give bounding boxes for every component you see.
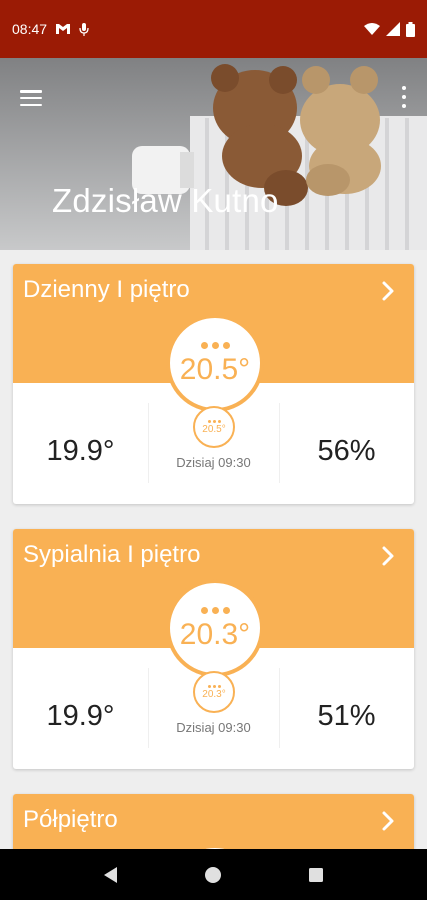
mail-icon	[55, 23, 71, 35]
chevron-right-icon[interactable]	[380, 810, 396, 832]
overflow-menu-icon[interactable]	[399, 86, 409, 108]
mode-dots-icon	[200, 341, 230, 349]
status-right	[364, 21, 415, 37]
navigation-bar	[0, 849, 427, 900]
schedule-setpoint-value: 20.5°	[202, 423, 226, 435]
schedule-time: Dzisiaj 09:30	[176, 455, 251, 470]
header-photo	[0, 58, 427, 250]
humidity: 51%	[317, 700, 376, 732]
chevron-right-icon[interactable]	[380, 545, 396, 567]
status-left: 08:47	[12, 21, 89, 37]
mic-icon	[79, 22, 89, 36]
setpoint-value: 20.3°	[179, 617, 251, 651]
current-temperature: 19.9°	[46, 435, 115, 467]
schedule-setpoint-badge: 20.3°	[193, 671, 235, 713]
current-temperature: 19.9°	[46, 700, 115, 732]
recents-icon[interactable]	[296, 855, 336, 895]
schedule-setpoint-value: 20.3°	[202, 688, 226, 700]
humidity: 56%	[317, 435, 376, 467]
header-banner: Zdzisław Kutno	[0, 58, 427, 250]
divider	[148, 403, 149, 483]
status-time: 08:47	[12, 21, 48, 37]
mode-dots-icon	[207, 419, 221, 423]
page-title: Zdzisław Kutno	[52, 182, 279, 219]
mode-dots-icon	[200, 606, 230, 614]
schedule-time: Dzisiaj 09:30	[176, 720, 251, 735]
schedule-setpoint-badge: 20.5°	[193, 406, 235, 448]
room-name: Półpiętro	[23, 806, 118, 833]
room-card-body: 19.9° 20.3° Dzisiaj 09:30 51%	[13, 648, 414, 769]
room-card[interactable]: Dzienny I piętro 20.5° 19.9° 20.5° Dzisi…	[13, 264, 414, 504]
wifi-icon	[364, 23, 380, 35]
setpoint-value: 20.5°	[179, 352, 251, 386]
chevron-right-icon[interactable]	[380, 280, 396, 302]
hamburger-menu-icon[interactable]	[20, 90, 42, 106]
room-card-body: 19.9° 20.5° Dzisiaj 09:30 56%	[13, 383, 414, 504]
divider	[148, 668, 149, 748]
battery-icon	[406, 21, 415, 37]
room-name: Dzienny I piętro	[23, 276, 190, 303]
signal-icon	[386, 22, 400, 36]
room-card[interactable]: Sypialnia I piętro 20.3° 19.9° 20.3° Dzi…	[13, 529, 414, 769]
status-bar: 08:47	[0, 0, 427, 58]
room-name: Sypialnia I piętro	[23, 541, 201, 568]
mode-dots-icon	[207, 684, 221, 688]
home-icon[interactable]	[193, 855, 233, 895]
back-icon[interactable]	[91, 855, 131, 895]
